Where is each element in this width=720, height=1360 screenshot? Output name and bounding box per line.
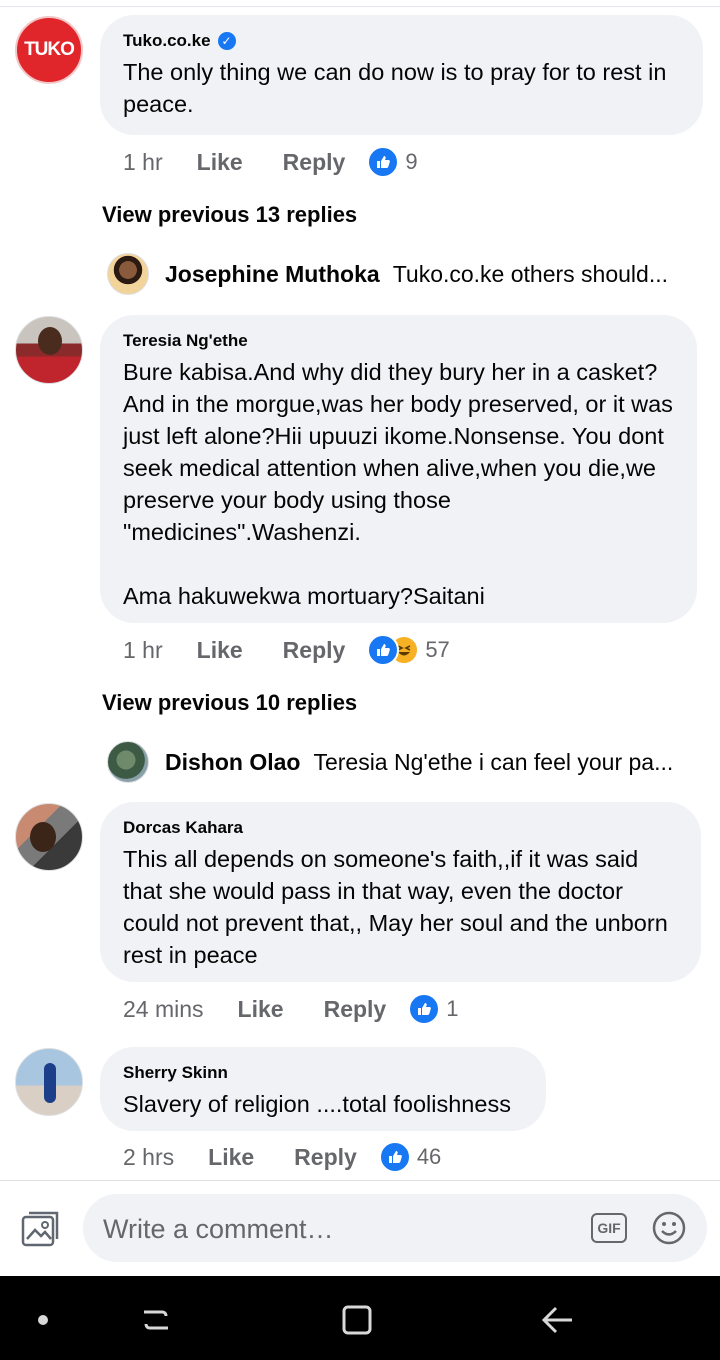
back-icon[interactable] — [540, 1302, 576, 1338]
comment-text: This all depends on someone's faith,,if … — [123, 846, 675, 968]
comment-bubble[interactable]: Teresia Ng'ethe Bure kabisa.And why did … — [100, 315, 697, 623]
avatar[interactable] — [15, 316, 83, 384]
avatar-face — [38, 327, 62, 355]
comment-text: Bure kabisa.And why did they bury her in… — [123, 359, 673, 609]
comment-actions: 1 hr Like Reply 9 — [123, 146, 418, 178]
like-button[interactable]: Like — [197, 637, 243, 664]
reply-author[interactable]: Dishon Olao — [165, 749, 300, 776]
reaction-count: 9 — [405, 149, 418, 174]
reply-author[interactable]: Josephine Muthoka — [165, 261, 380, 288]
comment-bubble[interactable]: Tuko.co.ke ✓ The only thing we can do no… — [100, 15, 703, 135]
latest-reply[interactable]: Josephine Muthoka Tuko.co.ke others shou… — [107, 252, 707, 296]
view-previous-replies[interactable]: View previous 13 replies — [102, 202, 357, 228]
avatar[interactable] — [107, 741, 149, 783]
top-divider — [0, 6, 720, 7]
reply-text: Tuko.co.ke others should... — [392, 260, 668, 287]
like-reaction-icon — [408, 993, 441, 1025]
gif-label: GIF — [597, 1220, 621, 1236]
comment-bubble[interactable]: Dorcas Kahara This all depends on someon… — [100, 802, 701, 982]
comment-text: Slavery of religion ....total foolishnes… — [123, 1091, 511, 1117]
comment-author[interactable]: Teresia Ng'ethe — [123, 330, 248, 352]
emoji-icon[interactable] — [652, 1211, 686, 1245]
recents-icon[interactable] — [138, 1302, 174, 1338]
reaction-count: 46 — [416, 1144, 442, 1169]
gif-icon[interactable]: GIF — [591, 1213, 627, 1243]
comment-time[interactable]: 24 mins — [123, 996, 204, 1023]
comment-time[interactable]: 1 hr — [123, 149, 163, 176]
comment-author[interactable]: Dorcas Kahara — [123, 817, 243, 839]
avatar[interactable]: TUKO — [15, 16, 83, 84]
home-icon[interactable] — [339, 1302, 375, 1338]
reactions[interactable]: 46 — [378, 1141, 442, 1173]
comment-time[interactable]: 1 hr — [123, 637, 163, 664]
reaction-count: 57 — [425, 637, 450, 662]
like-reaction-icon — [367, 146, 400, 178]
system-nav-bar — [0, 1276, 720, 1360]
reply-button[interactable]: Reply — [283, 149, 346, 176]
photo-icon[interactable] — [21, 1211, 59, 1247]
comment-time[interactable]: 2 hrs — [123, 1144, 174, 1171]
comment-actions: 2 hrs Like Reply 46 — [123, 1141, 442, 1173]
comment-author[interactable]: Tuko.co.ke — [123, 30, 211, 52]
reaction-count: 1 — [446, 996, 459, 1021]
comment-bubble[interactable]: Sherry Skinn Slavery of religion ....tot… — [100, 1047, 546, 1131]
reply-text: Teresia Ng'ethe i can feel your pa... — [313, 748, 674, 775]
avatar[interactable] — [15, 1048, 83, 1116]
tuko-logo-text: TUKO — [24, 39, 75, 60]
comment-input[interactable] — [101, 1194, 575, 1264]
avatar[interactable] — [107, 253, 149, 295]
avatar-face — [30, 822, 56, 852]
like-button[interactable]: Like — [197, 149, 243, 176]
like-button[interactable]: Like — [238, 996, 284, 1023]
comment-input-container: GIF — [83, 1194, 707, 1264]
avatar[interactable] — [15, 803, 83, 871]
reactions[interactable]: 57 — [367, 634, 450, 666]
reply-button[interactable]: Reply — [294, 1144, 357, 1171]
reactions[interactable]: 9 — [367, 146, 418, 178]
like-reaction-icon — [378, 1141, 411, 1173]
reply-button[interactable]: Reply — [324, 996, 387, 1023]
comment-actions: 1 hr Like Reply 57 — [123, 634, 450, 666]
avatar-figure — [44, 1063, 56, 1103]
verified-badge-icon: ✓ — [217, 32, 236, 50]
comment-author[interactable]: Sherry Skinn — [123, 1062, 228, 1084]
latest-reply[interactable]: Dishon Olao Teresia Ng'ethe i can feel y… — [107, 740, 707, 784]
nav-dot-icon[interactable] — [25, 1302, 61, 1338]
reactions[interactable]: 1 — [408, 993, 458, 1025]
like-button[interactable]: Like — [208, 1144, 254, 1171]
reply-button[interactable]: Reply — [283, 637, 346, 664]
comment-actions: 24 mins Like Reply 1 — [123, 993, 458, 1025]
comment-text: The only thing we can do now is to pray … — [123, 59, 673, 117]
view-previous-replies[interactable]: View previous 10 replies — [102, 690, 357, 716]
comment-composer: GIF — [0, 1180, 720, 1277]
